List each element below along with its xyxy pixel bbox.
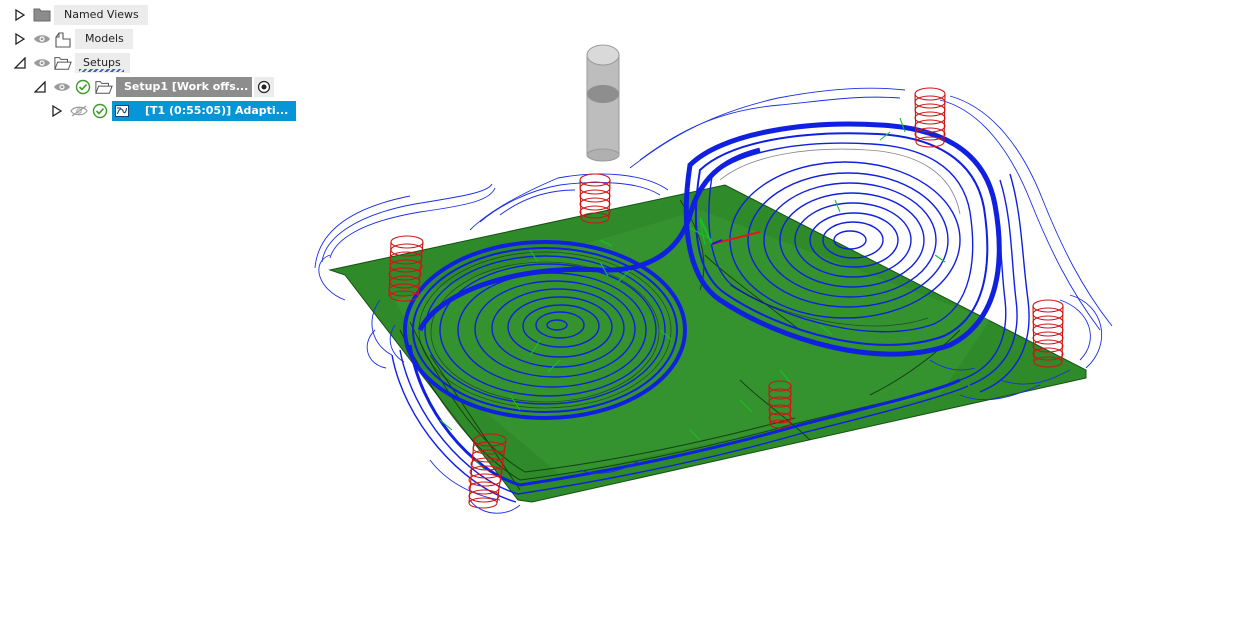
models-label[interactable]: Models	[75, 29, 133, 49]
tree-node-setups[interactable]: Setups	[13, 52, 130, 74]
helix-ramp	[914, 87, 946, 148]
tree-node-setup1[interactable]: Setup1 [Work offs...	[33, 76, 277, 98]
collapse-triangle-icon[interactable]	[13, 54, 27, 72]
named-views-label[interactable]: Named Views	[54, 5, 148, 25]
setup-icon	[95, 78, 113, 96]
adaptive-operation-label[interactable]: [T1 (0:55:05)] Adapti...	[132, 101, 297, 121]
models-icon	[54, 30, 72, 48]
valid-check-icon	[74, 78, 92, 96]
setup1-label[interactable]: Setup1 [Work offs...	[116, 77, 253, 97]
setups-folder-icon	[54, 54, 72, 72]
valid-check-icon	[91, 102, 109, 120]
eye-icon[interactable]	[33, 30, 51, 48]
eye-icon[interactable]	[33, 54, 51, 72]
collapse-triangle-icon[interactable]	[33, 78, 47, 96]
expand-triangle-icon[interactable]	[50, 102, 64, 120]
browser-tree: Named Views Models Setups Setup1 [Work o…	[0, 0, 300, 130]
tree-node-adaptive-operation[interactable]: [T1 (0:55:05)] Adapti...	[50, 100, 297, 122]
cutting-tool[interactable]	[586, 44, 620, 162]
folder-icon	[33, 6, 51, 24]
active-setup-radio-icon[interactable]	[254, 77, 275, 97]
setups-label[interactable]: Setups	[75, 53, 130, 73]
eye-hidden-icon[interactable]	[70, 102, 88, 120]
eye-icon[interactable]	[53, 78, 71, 96]
expand-triangle-icon[interactable]	[13, 6, 27, 24]
expand-triangle-icon[interactable]	[13, 30, 27, 48]
toolpath-icon	[112, 101, 132, 121]
tree-node-models[interactable]: Models	[13, 28, 133, 50]
tree-node-named-views[interactable]: Named Views	[13, 4, 148, 26]
